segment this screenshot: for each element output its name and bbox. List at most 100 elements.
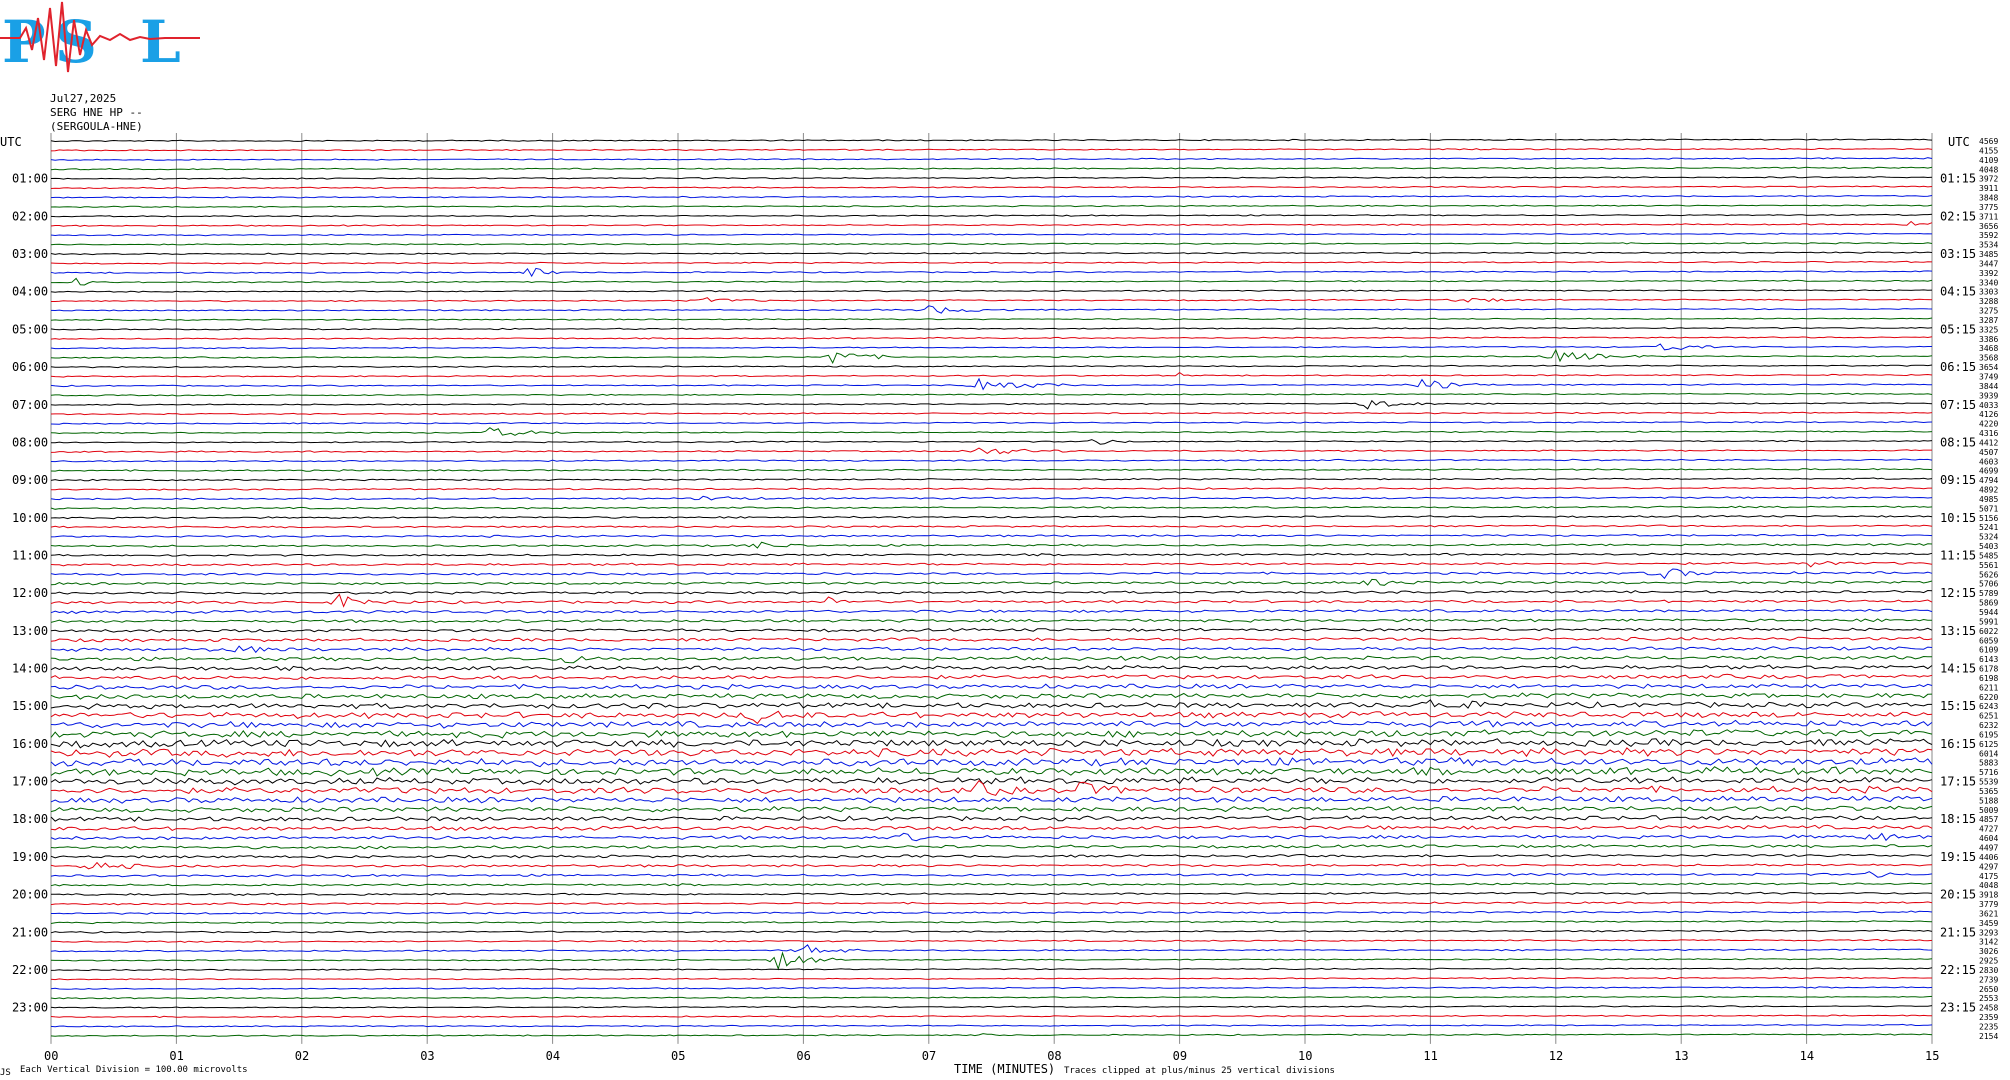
seismic-trace-row [50,147,1933,152]
corner-mark: JS [0,1068,11,1078]
right-hour-label: 23:15 [1940,1001,1976,1015]
left-hour-label: 02:00 [12,209,48,223]
seismic-trace-row [50,447,1932,455]
seismic-trace-row [50,938,1933,943]
seismic-trace-row [50,364,1933,369]
row-offset-label: 6220 [1979,693,1998,702]
x-tick-label: 01 [169,1049,183,1063]
row-offset-label: 4985 [1979,495,1998,504]
x-tick-label: 00 [44,1049,58,1063]
right-hour-label: 06:15 [1940,360,1976,374]
x-tick-label: 08 [1047,1049,1061,1063]
row-offset-label: 3711 [1979,212,1998,221]
x-tick-label: 11 [1423,1049,1437,1063]
row-offset-label: 4412 [1979,438,1998,447]
row-offset-label: 3534 [1979,241,1998,250]
row-offset-label: 5071 [1979,504,1998,513]
seismic-trace-row [50,944,1933,954]
seismic-trace-row [50,568,1933,580]
left-hour-label: 22:00 [12,963,48,977]
row-offset-label: 6022 [1979,627,1998,636]
seismic-trace-row [50,673,1933,681]
left-hour-label: 10:00 [12,511,48,525]
right-hour-label: 17:15 [1940,775,1976,789]
seismic-trace-row [50,710,1933,725]
right-hour-label: 11:15 [1940,548,1976,562]
seismic-trace-row [50,560,1933,568]
seismic-trace-row [50,477,1933,482]
seismic-trace-row [50,853,1933,859]
row-offset-label: 3142 [1979,938,1998,947]
right-hour-label: 22:15 [1940,963,1976,977]
row-offset-label: 4497 [1979,844,1998,853]
x-axis-title: TIME (MINUTES) [954,1062,1055,1076]
left-hour-label: 11:00 [12,548,48,562]
row-offset-label: 3459 [1979,919,1998,928]
left-hour-label: 04:00 [12,285,48,299]
row-offset-label: 3392 [1979,269,1998,278]
seismic-trace-row [50,728,1933,739]
row-offset-label: 5789 [1979,589,1998,598]
row-offset-label: 3844 [1979,382,1998,391]
seismic-trace-row [50,242,1933,246]
seismic-trace-row [50,326,1933,331]
row-offset-label: 2925 [1979,957,1998,966]
seismic-trace-row [50,757,1933,768]
minute-gridlines [50,133,1933,1044]
seismic-trace-row [51,297,1933,303]
seismic-trace-row [50,541,1933,549]
seismic-trace-row [50,995,1933,1000]
right-hour-label: 01:15 [1940,172,1976,186]
x-tick-label: 13 [1674,1049,1688,1063]
row-offset-label: 3911 [1979,184,1998,193]
row-offset-label: 4297 [1979,862,1998,871]
seismic-trace-row [50,832,1933,842]
row-offset-label: 6014 [1979,749,1998,758]
row-offset-label: 5706 [1979,580,1998,589]
seismic-trace-row [50,951,1933,971]
seismic-trace-row [50,929,1933,934]
row-offset-label: 3972 [1979,175,1998,184]
row-offset-label: 4033 [1979,401,1998,410]
row-offset-label: 4126 [1979,410,1998,419]
seismic-trace-row [50,844,1933,850]
seismic-trace-row [50,505,1933,510]
row-offset-label: 5403 [1979,542,1998,551]
row-offset-label: 4175 [1979,872,1998,881]
seismic-trace-row [50,901,1933,906]
seismic-trace-row [50,194,1933,199]
left-hour-label: 07:00 [12,398,48,412]
row-offset-label: 4048 [1979,165,1998,174]
row-offset-label: 5156 [1979,514,1998,523]
row-offset-label: 3340 [1979,278,1998,287]
seismic-trace-row [50,185,1933,190]
right-hour-label: 13:15 [1940,624,1976,638]
seismic-trace-row [50,608,1933,614]
right-hour-label: 10:15 [1940,511,1976,525]
seismic-trace-row [50,232,1933,237]
seismic-trace-row [50,213,1933,218]
helicorder-plot: 01:00 02:00 03:00 04:00 05:00 06:00 07:00 08:00… [0,133,1998,1078]
clip-note: Traces clipped at plus/minus 25 vertical… [1064,1066,1335,1076]
axis-labels: 01:00 02:00 03:00 04:00 05:00 06:00 07:00 08:00… [12,137,1998,1063]
seismic-trace-row [50,458,1933,463]
x-tick-label: 04 [546,1049,560,1063]
seismic-trace-row [50,986,1933,990]
right-hour-label: 19:15 [1940,850,1976,864]
row-offset-label: 5716 [1979,768,1998,777]
row-offset-label: 3656 [1979,222,1998,231]
seismic-trace-row [50,220,1933,227]
seismic-trace-row [51,891,1933,896]
row-offset-label: 3621 [1979,909,1998,918]
row-offset-label: 4316 [1979,429,1998,438]
row-offset-label: 3275 [1979,307,1998,316]
row-offset-label: 6232 [1979,721,1998,730]
seismic-trace-row [50,805,1933,813]
row-offset-label: 3288 [1979,297,1998,306]
seismic-trace-row [50,348,1933,365]
seismic-trace-row [50,317,1933,322]
seismic-trace-row [50,468,1933,472]
seismic-trace-row [50,552,1933,557]
seismic-trace-row [50,1005,1933,1009]
seismic-trace-row [50,166,1933,171]
